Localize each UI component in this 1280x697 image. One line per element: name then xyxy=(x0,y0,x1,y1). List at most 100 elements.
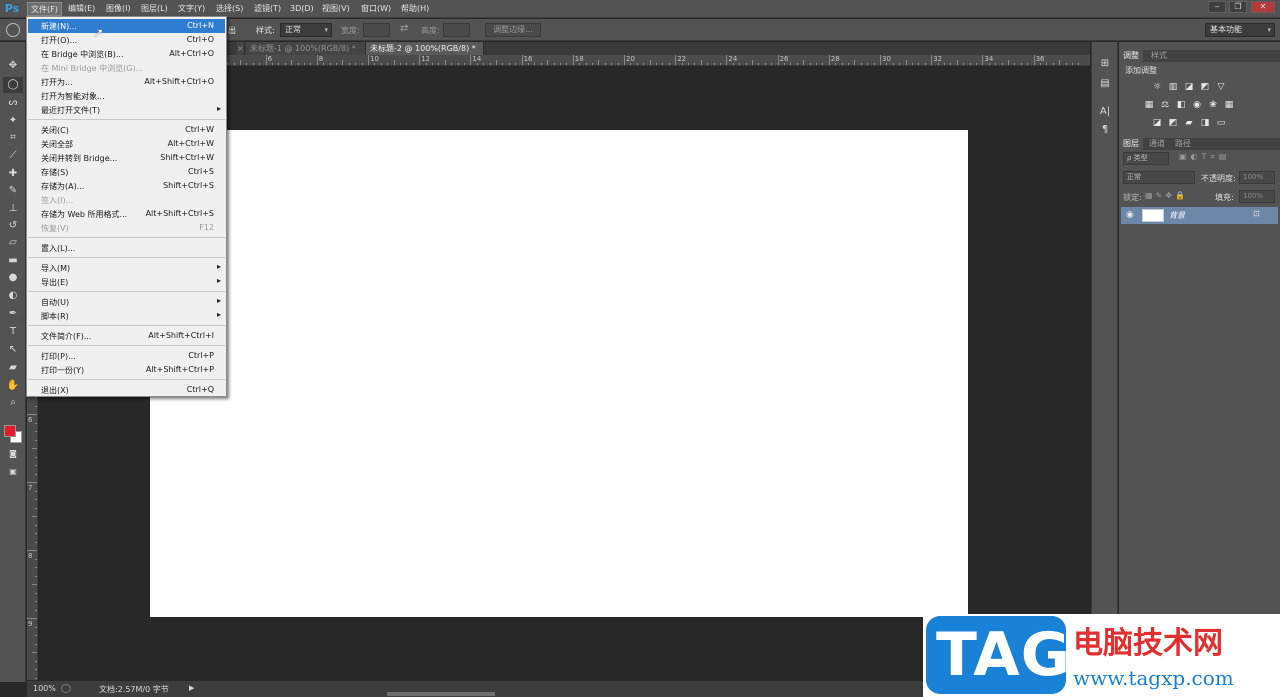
file-menu-item[interactable]: 退出(X) Ctrl+Q xyxy=(28,383,225,397)
fill-field[interactable]: 100% xyxy=(1239,190,1275,203)
paragraph-icon[interactable]: ¶ xyxy=(1096,122,1114,138)
hue-icon[interactable]: ▦ xyxy=(1143,100,1155,111)
swap-icon[interactable]: ⇄ xyxy=(400,23,408,34)
menu-image[interactable]: 图像(I) xyxy=(103,2,134,16)
crop-tool-icon[interactable]: ⌗ xyxy=(3,130,23,146)
eyedropper-icon[interactable]: ⟋ xyxy=(3,148,23,164)
menu-type[interactable]: 文字(Y) xyxy=(175,2,208,16)
tab-layers[interactable]: 图层 xyxy=(1119,138,1143,150)
screen-mode-icon[interactable]: ▣ xyxy=(3,464,23,480)
magic-wand-icon[interactable]: ✦ xyxy=(3,113,23,129)
dodge-tool-icon[interactable]: ◐ xyxy=(3,288,23,304)
minimize-icon[interactable]: ‒ xyxy=(1208,1,1226,13)
tab-adjustments[interactable]: 调整 xyxy=(1119,50,1143,62)
menu-layer[interactable]: 图层(L) xyxy=(138,2,171,16)
type-tool-icon[interactable]: T xyxy=(3,324,23,340)
photo-filter-icon[interactable]: ◉ xyxy=(1191,100,1203,111)
layer-row-background[interactable]: ◉ 背景 ⊡ xyxy=(1121,207,1278,224)
properties-icon[interactable]: ▤ xyxy=(1096,76,1114,92)
zoom-tool-icon[interactable]: ⌕ xyxy=(3,395,23,411)
blend-mode-select[interactable]: 正常 xyxy=(1123,171,1195,184)
file-menu-item[interactable]: 在 Bridge 中浏览(B)... Alt+Ctrl+O xyxy=(28,47,225,61)
tab-untitled-1[interactable]: 未标题-1 @ 100%(RGB/8) * xyxy=(246,42,366,55)
tab-untitled-2[interactable]: 未标题-2 @ 100%(RGB/8) * xyxy=(366,42,484,55)
menu-3d[interactable]: 3D(D) xyxy=(287,2,317,16)
zoom-level[interactable]: 100% xyxy=(33,684,56,693)
file-menu-item[interactable]: 打印(P)... Ctrl+P xyxy=(28,349,225,363)
horizontal-scrollbar[interactable] xyxy=(387,692,495,696)
gradient-map-icon[interactable]: ◨ xyxy=(1199,118,1211,129)
shape-tool-icon[interactable]: ▰ xyxy=(3,360,23,376)
close-icon[interactable]: ✕ xyxy=(1251,1,1275,13)
file-menu-item[interactable]: 关闭全部 Alt+Ctrl+W xyxy=(28,137,225,151)
menu-file[interactable]: 文件(F) xyxy=(27,2,62,16)
menu-filter[interactable]: 滤镜(T) xyxy=(251,2,284,16)
layer-name[interactable]: 背景 xyxy=(1169,210,1185,221)
menu-edit[interactable]: 编辑(E) xyxy=(65,2,98,16)
curves-icon[interactable]: ◪ xyxy=(1183,82,1195,93)
file-menu-item[interactable]: 打开(O)... Ctrl+O xyxy=(28,33,225,47)
file-menu-item[interactable]: 置入(L)... xyxy=(28,241,225,255)
channel-mixer-icon[interactable]: ❀ xyxy=(1207,100,1219,111)
file-menu-item[interactable]: 打开为智能对象... xyxy=(28,89,225,103)
brush-tool-icon[interactable]: ✎ xyxy=(3,183,23,199)
workspace-select[interactable]: 基本功能 xyxy=(1205,23,1275,37)
menu-help[interactable]: 帮助(H) xyxy=(398,2,432,16)
layer-kind-filter[interactable]: ρ 类型 xyxy=(1123,152,1169,165)
restore-icon[interactable]: ❐ xyxy=(1229,1,1247,13)
file-menu-item[interactable]: 最近打开文件(T) ▸ xyxy=(28,103,225,117)
file-menu-item[interactable]: 导出(E) ▸ xyxy=(28,275,225,289)
file-menu-item[interactable]: 新建(N)... Ctrl+N xyxy=(28,19,225,33)
exposure-icon[interactable]: ◩ xyxy=(1199,82,1211,93)
file-menu-item[interactable]: 打开为... Alt+Shift+Ctrl+O xyxy=(28,75,225,89)
file-menu-item[interactable]: 存储(S) Ctrl+S xyxy=(28,165,225,179)
foreground-color-swatch[interactable] xyxy=(4,425,16,437)
clone-stamp-icon[interactable]: ⊥ xyxy=(3,201,23,217)
healing-brush-icon[interactable]: ✚ xyxy=(3,166,23,182)
brightness-icon[interactable]: ☼ xyxy=(1151,82,1163,93)
levels-icon[interactable]: ▥ xyxy=(1167,82,1179,93)
file-menu-item[interactable]: 在 Mini Bridge 中浏览(G)... xyxy=(28,61,225,75)
file-menu-item[interactable]: 恢复(V) F12 xyxy=(28,221,225,235)
color-lookup-icon[interactable]: ▦ xyxy=(1223,100,1235,111)
path-selection-icon[interactable]: ↖ xyxy=(3,342,23,358)
menu-window[interactable]: 窗口(W) xyxy=(358,2,394,16)
file-menu-item[interactable]: 导入(M) ▸ xyxy=(28,261,225,275)
opacity-field[interactable]: 100% xyxy=(1239,171,1275,184)
height-field[interactable] xyxy=(443,23,470,37)
eraser-tool-icon[interactable]: ▱ xyxy=(3,235,23,251)
history-icon[interactable]: ⊞ xyxy=(1096,56,1114,72)
pen-tool-icon[interactable]: ✒ xyxy=(3,306,23,322)
posterize-icon[interactable]: ◩ xyxy=(1167,118,1179,129)
selective-color-icon[interactable]: ▭ xyxy=(1215,118,1227,129)
file-menu-item[interactable]: 关闭(C) Ctrl+W xyxy=(28,123,225,137)
menu-view[interactable]: 视图(V) xyxy=(319,2,353,16)
invert-icon[interactable]: ◪ xyxy=(1151,118,1163,129)
layer-filter-icons[interactable]: ▣◐T⌗▤ xyxy=(1179,152,1231,162)
vibrance-icon[interactable]: ▽ xyxy=(1215,82,1227,93)
black-white-icon[interactable]: ◧ xyxy=(1175,100,1187,111)
visibility-eye-icon[interactable]: ◉ xyxy=(1126,210,1134,220)
tab-channels[interactable]: 通道 xyxy=(1145,138,1169,150)
move-tool-icon[interactable]: ✥ xyxy=(3,58,23,74)
file-menu-item[interactable]: 打印一份(Y) Alt+Shift+Ctrl+P xyxy=(28,363,225,377)
width-field[interactable] xyxy=(363,23,390,37)
file-menu-item[interactable]: 脚本(R) ▸ xyxy=(28,309,225,323)
file-menu-item[interactable]: 存储为(A)... Shift+Ctrl+S xyxy=(28,179,225,193)
tab-close-icon[interactable]: × xyxy=(237,42,245,55)
blur-tool-icon[interactable]: ● xyxy=(3,270,23,286)
lasso-tool-icon[interactable]: ᔕ xyxy=(3,95,23,111)
lock-icons[interactable]: ▦✎✥🔒 xyxy=(1145,191,1188,200)
threshold-icon[interactable]: ▰ xyxy=(1183,118,1195,129)
status-menu-arrow-icon[interactable]: ▶ xyxy=(189,684,194,692)
file-menu-item[interactable]: 关闭并转到 Bridge... Shift+Ctrl+W xyxy=(28,151,225,165)
history-brush-icon[interactable]: ↺ xyxy=(3,218,23,234)
file-menu-item[interactable]: 签入(I)... xyxy=(28,193,225,207)
style-select[interactable]: 正常 xyxy=(280,23,332,37)
tab-paths[interactable]: 路径 xyxy=(1171,138,1195,150)
document-canvas[interactable] xyxy=(150,130,968,617)
file-menu-item[interactable]: 自动(U) ▸ xyxy=(28,295,225,309)
elliptical-marquee-icon[interactable] xyxy=(6,23,20,37)
character-icon[interactable]: A| xyxy=(1096,104,1114,120)
hand-tool-icon[interactable]: ✋ xyxy=(3,378,23,394)
